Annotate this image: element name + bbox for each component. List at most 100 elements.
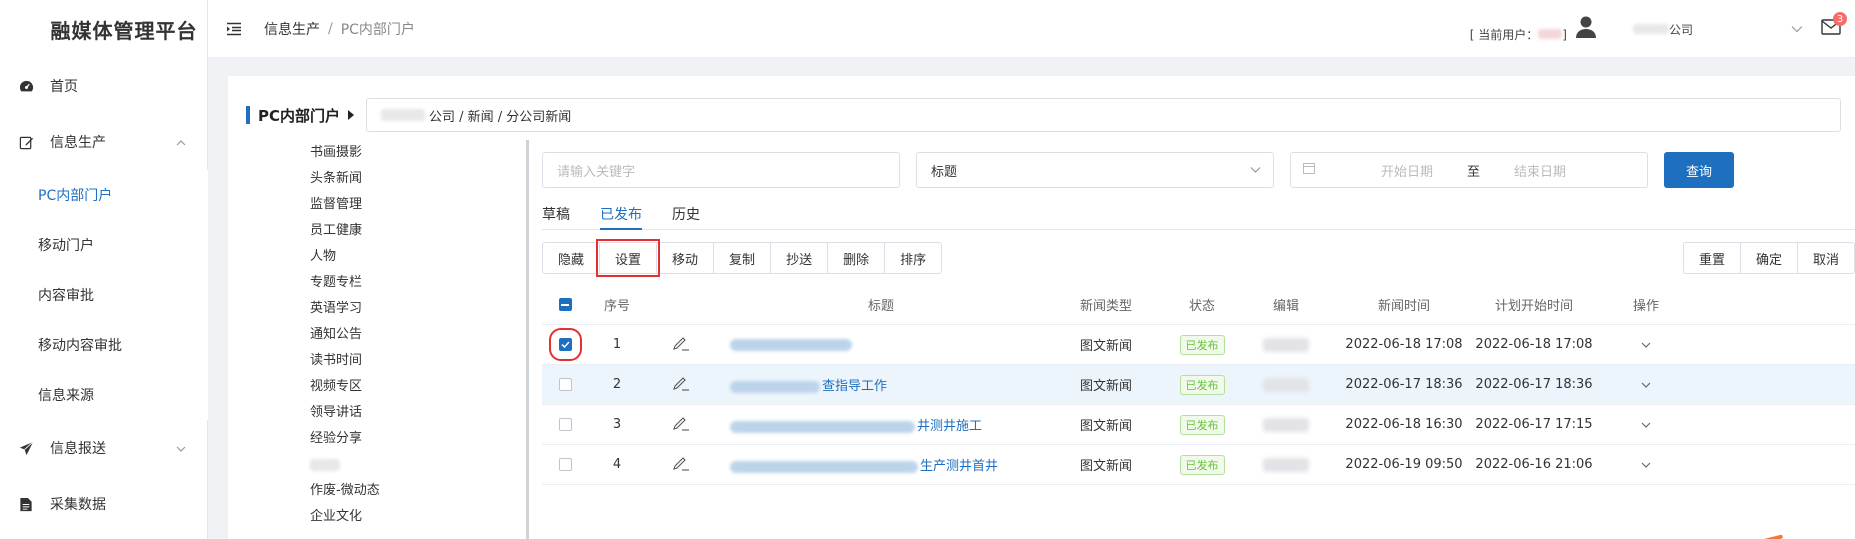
- category-item[interactable]: 领导讲话: [228, 400, 526, 426]
- menu-fold-icon[interactable]: [224, 19, 244, 39]
- keyword-input[interactable]: 请输入关键字: [542, 152, 900, 188]
- category-item-redacted[interactable]: [228, 452, 526, 478]
- caret-right-icon[interactable]: [348, 110, 355, 120]
- redacted-company: [1632, 23, 1669, 34]
- status-badge: 已发布: [1179, 334, 1225, 355]
- category-item[interactable]: 监督管理: [228, 192, 526, 218]
- category-item[interactable]: 员工健康: [228, 218, 526, 244]
- side-menu: 首页 信息生产 PC内部门户 移动门户 内容审批 移动内容审批 信息来源 信息报…: [0, 58, 208, 532]
- dashboard-icon: [18, 78, 34, 94]
- cancel-button[interactable]: 取消: [1796, 242, 1855, 274]
- sidebar-item-info-production[interactable]: 信息生产: [0, 114, 208, 170]
- row-news-time: 2022-06-18 17:08: [1345, 337, 1463, 352]
- sort-button[interactable]: 排序: [884, 242, 943, 274]
- category-item[interactable]: 书画摄影: [228, 140, 526, 166]
- start-date-input[interactable]: 开始日期: [1357, 161, 1457, 180]
- row-checkbox[interactable]: [558, 418, 572, 431]
- tab-history[interactable]: 历史: [672, 198, 700, 230]
- row-news-time: 2022-06-19 09:50: [1345, 457, 1463, 472]
- category-item[interactable]: 英语学习: [228, 296, 526, 322]
- edit-pencil-icon[interactable]: [672, 375, 690, 395]
- copy-button[interactable]: 复制: [713, 242, 772, 274]
- sidebar-item-info-report[interactable]: 信息报送: [0, 420, 208, 476]
- category-item[interactable]: 读书时间: [228, 348, 526, 374]
- breadcrumb: 信息生产 / PC内部门户: [264, 19, 415, 39]
- sidebar-subitem-content-approval[interactable]: 内容审批: [0, 270, 208, 320]
- redacted-title: [730, 460, 918, 473]
- row-type: 图文新闻: [1079, 459, 1132, 474]
- portal-panel: PC内部门户 公司 / 新闻 / 分公司新闻 书画摄影 头条新闻 监督管理 员工…: [228, 76, 1855, 539]
- confirm-toolbar: 重置 确定 取消: [1682, 242, 1855, 274]
- row-plan-time: 2022-06-17 17:15: [1475, 417, 1593, 432]
- sidebar-item-collect-data[interactable]: 采集数据: [0, 476, 208, 532]
- edit-pencil-icon[interactable]: [672, 335, 690, 355]
- panel-header: PC内部门户: [246, 99, 355, 131]
- category-item[interactable]: 头条新闻: [228, 166, 526, 192]
- sidebar-item-label: 采集数据: [50, 497, 106, 513]
- title-accent-bar: [246, 106, 250, 124]
- chevron-up-icon: [176, 134, 186, 150]
- tab-published[interactable]: 已发布: [600, 198, 642, 230]
- mail-icon[interactable]: 3: [1821, 12, 1847, 39]
- delete-button[interactable]: 删除: [827, 242, 886, 274]
- expand-chevron-icon[interactable]: [1641, 337, 1651, 352]
- chevron-down-icon: [1250, 163, 1261, 178]
- move-button[interactable]: 移动: [656, 242, 715, 274]
- category-item[interactable]: 视频专区: [228, 374, 526, 400]
- expand-chevron-icon[interactable]: [1641, 377, 1651, 392]
- category-item[interactable]: 经验分享: [228, 426, 526, 452]
- confirm-button[interactable]: 确定: [1739, 242, 1798, 274]
- sidebar-subitem-mobile-portal[interactable]: 移动门户: [0, 220, 208, 270]
- select-all-checkbox[interactable]: [558, 298, 572, 311]
- user-avatar-icon[interactable]: [1575, 15, 1597, 43]
- reset-button[interactable]: 重置: [1682, 242, 1741, 274]
- table-row[interactable]: 1 图文新闻 已发布 2022-06-18 17:08 2022-06-18 1…: [542, 325, 1855, 365]
- header-right: [ 当前用户：] 公司 3: [1470, 0, 1855, 58]
- category-item[interactable]: 企业文化: [228, 504, 526, 530]
- edit-pencil-icon[interactable]: [672, 455, 690, 475]
- table-row[interactable]: 3 井测井施工 图文新闻 已发布 2022-06-18 16:30 2022-0…: [542, 405, 1855, 445]
- redacted-category: [310, 458, 340, 471]
- sidebar-subitem-info-source[interactable]: 信息来源: [0, 370, 208, 420]
- category-item[interactable]: 通知公告: [228, 322, 526, 348]
- category-item[interactable]: 作废-微动态: [228, 478, 526, 504]
- sidebar-item-home[interactable]: 首页: [0, 58, 208, 114]
- row-title[interactable]: 查指导工作: [716, 375, 1046, 394]
- expand-chevron-icon[interactable]: [1641, 457, 1651, 472]
- row-title[interactable]: 井测井施工: [716, 415, 1046, 434]
- redacted-company: [381, 109, 425, 121]
- row-title[interactable]: 生产测井首井: [716, 455, 1046, 474]
- settings-button[interactable]: 设置: [596, 239, 661, 277]
- row-title[interactable]: [716, 337, 1046, 352]
- tab-draft[interactable]: 草稿: [542, 198, 570, 230]
- table-row[interactable]: 2 查指导工作 图文新闻 已发布 2022-06-17 18:36 2022-0…: [542, 365, 1855, 405]
- row-plan-time: 2022-06-16 21:06: [1475, 457, 1593, 472]
- breadcrumb-item-info-production[interactable]: 信息生产: [264, 19, 320, 39]
- column-header-no: 序号: [603, 299, 630, 314]
- row-checkbox[interactable]: [558, 378, 572, 391]
- breadcrumb-item-current: PC内部门户: [340, 21, 415, 38]
- column-header-news-time: 新闻时间: [1377, 299, 1430, 314]
- company-chevron-down-icon[interactable]: [1791, 22, 1803, 37]
- date-range-picker[interactable]: 开始日期 至 结束日期: [1290, 152, 1648, 188]
- send-icon: [18, 440, 34, 456]
- edit-pencil-icon[interactable]: [672, 415, 690, 435]
- sidebar-subitem-pc-portal[interactable]: PC内部门户: [0, 170, 208, 220]
- field-select[interactable]: 标题: [916, 152, 1274, 188]
- column-header-status: 状态: [1188, 299, 1215, 314]
- category-item[interactable]: 人物: [228, 244, 526, 270]
- expand-chevron-icon[interactable]: [1641, 417, 1651, 432]
- hide-button[interactable]: 隐藏: [542, 242, 601, 274]
- row-checkbox[interactable]: [548, 328, 582, 361]
- end-date-input[interactable]: 结束日期: [1490, 161, 1590, 180]
- category-path-field[interactable]: 公司 / 新闻 / 分公司新闻: [366, 98, 1841, 132]
- column-header-title: 标题: [867, 299, 894, 314]
- sidebar-subitem-mobile-content-approval[interactable]: 移动内容审批: [0, 320, 208, 370]
- query-button[interactable]: 查询: [1664, 152, 1734, 188]
- action-toolbar: 隐藏 设置 移动 复制 抄送 删除 排序: [542, 239, 943, 277]
- table-row[interactable]: 4 生产测井首井 图文新闻 已发布 2022-06-19 09:50 2022-…: [542, 445, 1855, 485]
- row-checkbox[interactable]: [558, 458, 572, 471]
- cc-button[interactable]: 抄送: [770, 242, 829, 274]
- category-item[interactable]: 专题专栏: [228, 270, 526, 296]
- category-tree[interactable]: 书画摄影 头条新闻 监督管理 员工健康 人物 专题专栏 英语学习 通知公告 读书…: [228, 140, 529, 539]
